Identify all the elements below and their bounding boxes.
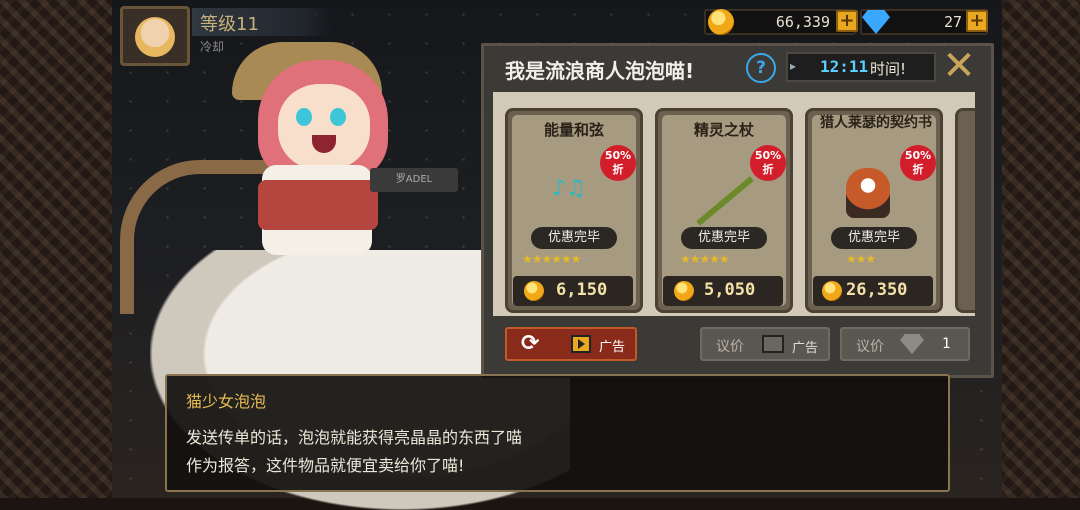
help-icon[interactable]: ? (746, 53, 776, 83)
shop-title: 我是流浪商人泡泡喵! (505, 59, 695, 83)
close-button[interactable]: ✕ (942, 46, 976, 86)
item-name: 精灵之杖 (693, 121, 754, 139)
discount-percent: 50% (604, 149, 632, 162)
item-price: 6,150 (556, 280, 608, 300)
character-coat (258, 180, 378, 230)
player-level: 等级11 (200, 14, 259, 35)
dialog-line-1: 发送传单的话，泡泡就能获得亮晶晶的东西了喵 (186, 428, 523, 447)
coin-amount: 66,339 (775, 13, 830, 31)
haggle-ad-label: 广告 (792, 341, 819, 356)
gem-icon (900, 334, 924, 354)
music-note-icon: ♪♫ (552, 176, 586, 201)
player-sub-label: 冷却 (200, 40, 225, 54)
character-eye-right (330, 108, 346, 126)
avatar-face (135, 17, 175, 57)
timer-value: 12:11 (820, 57, 869, 76)
player-name-tag: 罗ADEL (370, 168, 458, 192)
video-ad-icon (571, 335, 591, 353)
haggle-gem-count: 1 (942, 336, 951, 352)
coin-icon (674, 281, 694, 301)
character-eye-left (296, 108, 312, 126)
refresh-icon: ⟳ (521, 331, 540, 356)
coin-icon (524, 281, 544, 301)
haggle-label: 议价 (856, 339, 884, 355)
discount-badge: 50% 折 (600, 145, 636, 181)
item-price: 26,350 (846, 280, 908, 300)
discount-unit: 折 (612, 163, 624, 176)
shop-item-card-partial[interactable] (955, 108, 975, 313)
refresh-ad-button[interactable]: ⟳ 广告 (505, 327, 637, 361)
discount-percent: 50% (904, 149, 932, 162)
coin-icon (822, 281, 842, 301)
sold-out-label: 优惠完毕 (531, 227, 617, 249)
coin-icon (708, 9, 734, 35)
discount-percent: 50% (754, 149, 782, 162)
item-price: 5,050 (704, 280, 756, 300)
item-name: 能量和弦 (543, 121, 604, 139)
discount-unit: 折 (762, 163, 774, 176)
item-name: 猎人莱瑟的契约书 (820, 115, 932, 131)
sold-out-label: 优惠完毕 (831, 227, 917, 249)
haggle-gem-button[interactable]: 议价 1 (840, 327, 970, 361)
video-ad-icon (762, 335, 784, 353)
item-stars: ★★★★★★ (522, 252, 582, 266)
item-stars: ★★★ (846, 252, 876, 266)
sold-out-label: 优惠完毕 (681, 227, 767, 249)
timer-arrow-icon: ▸ (790, 59, 797, 73)
discount-badge: 50% 折 (750, 145, 786, 181)
haggle-label: 议价 (716, 339, 744, 355)
player-avatar[interactable] (120, 6, 190, 66)
character-face (278, 84, 370, 170)
gem-amount: 27 (943, 13, 962, 31)
refresh-ad-label: 广告 (599, 340, 626, 355)
haggle-ad-button[interactable]: 议价 广告 (700, 327, 830, 361)
item-stars: ★★★★★ (680, 252, 730, 266)
add-gems-button[interactable]: + (966, 10, 988, 32)
red-panda-icon (846, 168, 890, 218)
add-coins-button[interactable]: + (836, 10, 858, 32)
discount-badge: 50% 折 (900, 145, 936, 181)
discount-unit: 折 (912, 163, 924, 176)
dialog-speaker: 猫少女泡泡 (186, 392, 267, 411)
dialog-line-2: 作为报答，这件物品就便宜卖给你了喵! (186, 456, 465, 475)
timer-label: 时间! (870, 60, 907, 78)
